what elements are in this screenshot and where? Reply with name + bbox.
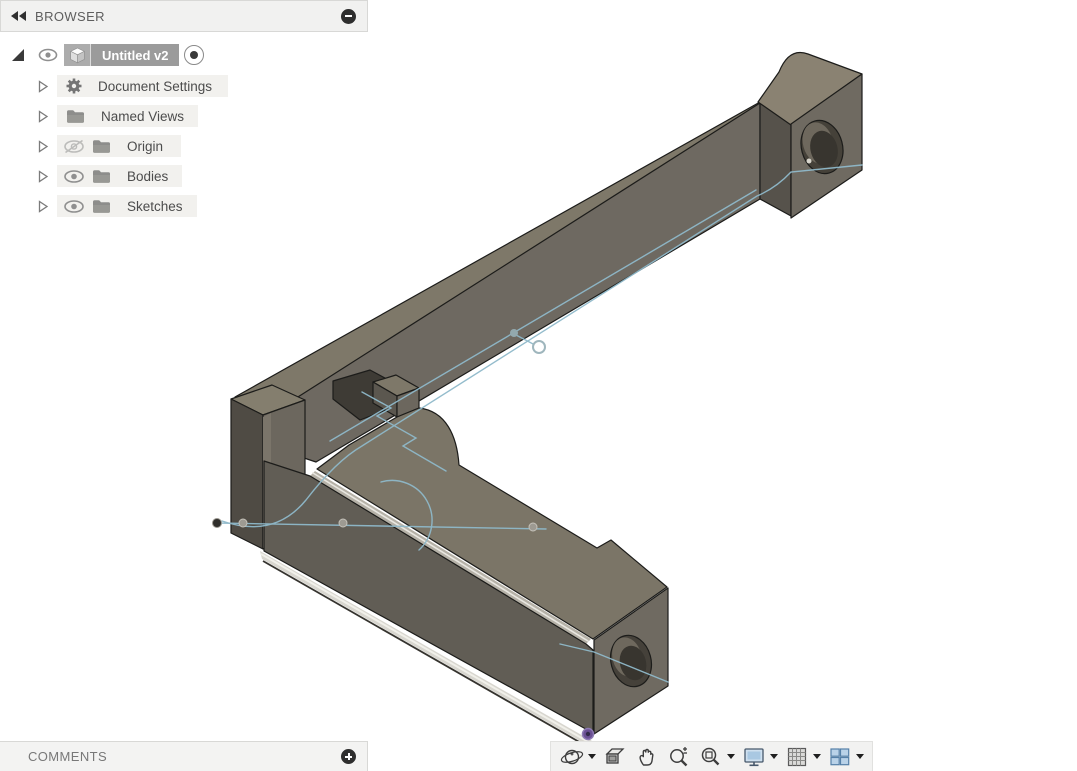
minimize-panel-button[interactable] xyxy=(341,8,356,24)
tree-item-label[interactable]: Named Views xyxy=(101,109,184,124)
tree-row-bodies[interactable]: Bodies xyxy=(0,165,183,187)
folder-icon xyxy=(92,169,111,184)
component-cube-icon xyxy=(64,44,91,66)
tree-row-document-settings[interactable]: Document Settings xyxy=(0,75,229,97)
gear-icon xyxy=(65,77,83,95)
collapse-panel-icon[interactable] xyxy=(11,11,27,21)
sketch-point[interactable] xyxy=(238,518,248,528)
look-at-icon xyxy=(605,747,625,764)
tree-row-root[interactable]: Untitled v2 xyxy=(0,44,205,66)
comments-panel-title: COMMENTS xyxy=(28,749,108,764)
eye-visible-icon[interactable] xyxy=(63,169,85,184)
root-component-item[interactable]: Untitled v2 xyxy=(64,44,180,66)
fit-dropdown-caret[interactable] xyxy=(727,754,735,759)
activate-component-radio[interactable] xyxy=(184,45,205,65)
folder-icon xyxy=(66,109,85,124)
expander-collapsed-icon[interactable] xyxy=(38,79,49,93)
viewports-icon xyxy=(830,747,850,765)
grid-and-snaps-button[interactable] xyxy=(781,743,824,771)
comments-panel[interactable]: COMMENTS xyxy=(0,741,368,771)
tree-row-origin[interactable]: Origin xyxy=(0,135,182,157)
orbit-tool-button[interactable] xyxy=(556,743,599,771)
browser-panel: BROWSER Untitled v2 Document Settings Na… xyxy=(0,0,368,217)
expander-collapsed-icon[interactable] xyxy=(38,109,49,123)
model-body[interactable] xyxy=(230,51,863,752)
tree-item-label[interactable]: Bodies xyxy=(127,169,168,184)
tree-row-named-views[interactable]: Named Views xyxy=(0,105,199,127)
origin-point[interactable] xyxy=(212,518,222,528)
eye-visible-icon[interactable] xyxy=(38,48,58,62)
fit-icon xyxy=(701,747,720,765)
browser-panel-title: BROWSER xyxy=(35,8,105,24)
pan-hand-icon xyxy=(639,748,654,766)
tree-item-label[interactable]: Document Settings xyxy=(98,79,212,94)
tree-item-label[interactable]: Sketches xyxy=(127,199,183,214)
viewports-dropdown-caret[interactable] xyxy=(856,754,864,759)
sketch-point-hollow[interactable] xyxy=(532,340,546,354)
bar-front-face[interactable] xyxy=(267,102,761,463)
folder-icon xyxy=(92,139,111,154)
expander-open-icon[interactable] xyxy=(12,49,24,61)
viewports-button[interactable] xyxy=(824,743,867,771)
zoom-tool-button[interactable] xyxy=(663,743,695,771)
sketch-point[interactable] xyxy=(338,518,348,528)
navigation-toolbar xyxy=(550,741,873,771)
folder-icon xyxy=(92,199,111,214)
tree-row-sketches[interactable]: Sketches xyxy=(0,195,197,217)
expander-collapsed-icon[interactable] xyxy=(38,169,49,183)
eye-hidden-icon[interactable] xyxy=(63,139,85,154)
orbit-icon xyxy=(560,749,584,764)
locked-sketch-point[interactable] xyxy=(581,727,595,741)
sketch-point-small[interactable] xyxy=(806,158,812,164)
fit-tool-button[interactable] xyxy=(695,743,738,771)
root-component-label[interactable]: Untitled v2 xyxy=(91,48,179,63)
display-settings-dropdown-caret[interactable] xyxy=(770,754,778,759)
orbit-dropdown-caret[interactable] xyxy=(588,754,596,759)
display-settings-icon xyxy=(744,747,764,766)
grid-icon xyxy=(787,747,807,766)
expander-collapsed-icon[interactable] xyxy=(38,199,49,213)
pan-tool-button[interactable] xyxy=(631,743,663,771)
grid-dropdown-caret[interactable] xyxy=(813,754,821,759)
look-at-tool-button[interactable] xyxy=(599,743,631,771)
tree-item-label[interactable]: Origin xyxy=(127,139,163,154)
display-settings-button[interactable] xyxy=(738,743,781,771)
sketch-point[interactable] xyxy=(528,522,538,532)
add-comment-button[interactable] xyxy=(341,749,356,764)
sketch-point[interactable] xyxy=(510,329,518,337)
expander-collapsed-icon[interactable] xyxy=(38,139,49,153)
zoom-icon xyxy=(670,746,688,766)
eye-visible-icon[interactable] xyxy=(63,199,85,214)
browser-panel-header[interactable]: BROWSER xyxy=(0,0,368,32)
